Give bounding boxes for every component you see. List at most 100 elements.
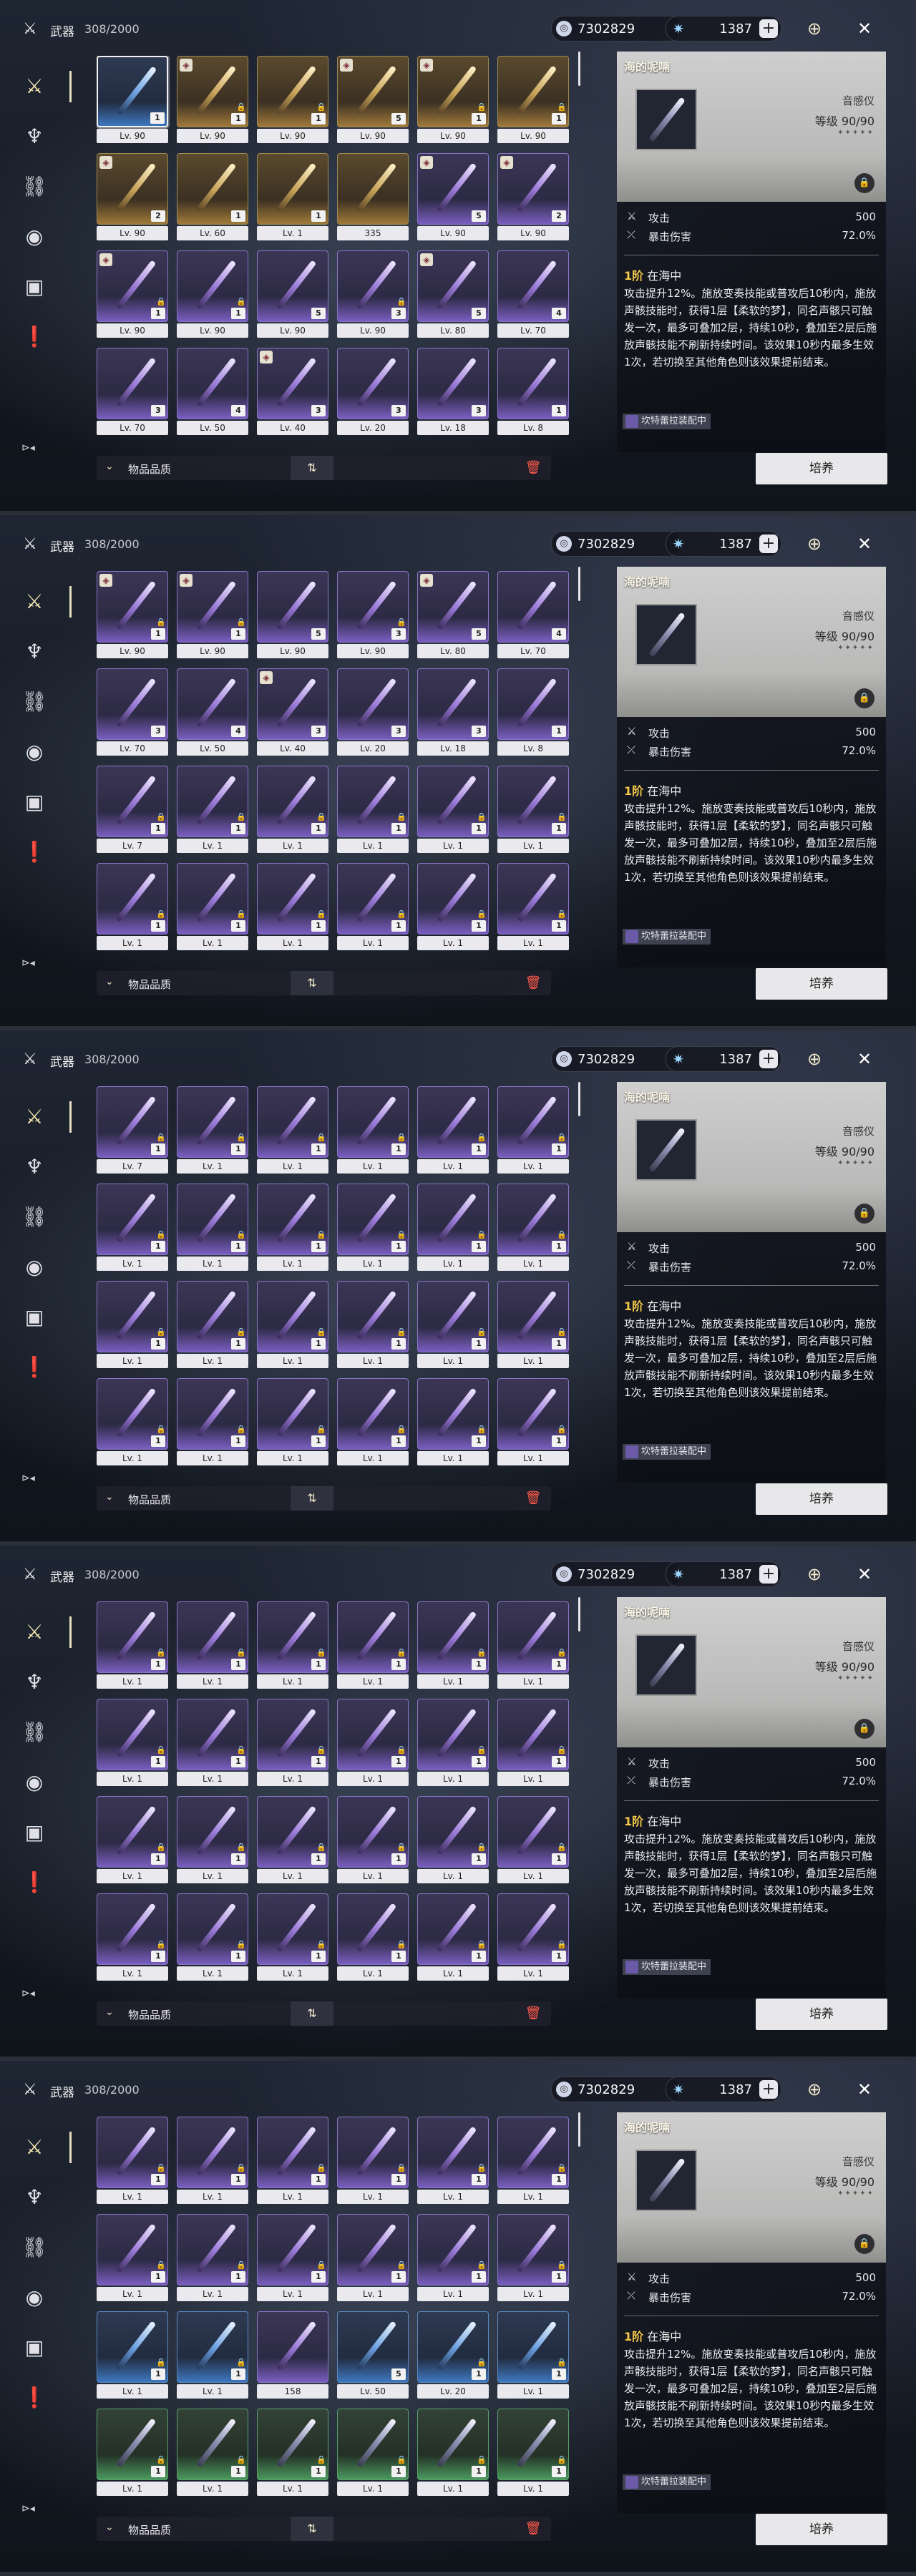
weapon-slot[interactable]: 🔒 3 Lv. 90 xyxy=(337,571,409,660)
weapon-slot[interactable]: ◈ 🔒 1 Lv. 90 xyxy=(177,56,248,145)
weapon-slot[interactable]: 🔒 1 Lv. 1 xyxy=(497,1378,569,1467)
sidebar-item-special[interactable]: ❗ xyxy=(16,2379,53,2416)
weapon-slot[interactable]: 3 Lv. 20 xyxy=(337,348,409,436)
weapon-slot[interactable]: 🔒 1 Lv. 1 xyxy=(417,1796,489,1885)
close-icon[interactable]: ✕ xyxy=(853,532,876,555)
sort-order-button[interactable]: ⇅ xyxy=(291,2517,333,2541)
weapon-slot[interactable]: 🔒 1 Lv. 1 xyxy=(177,1796,248,1885)
sort-order-button[interactable]: ⇅ xyxy=(291,2001,333,2026)
weapon-slot[interactable]: ◈ 3 Lv. 40 xyxy=(257,348,328,436)
grid-scrollbar[interactable] xyxy=(578,1597,580,1631)
sidebar-item-dev-item[interactable]: ⛓ xyxy=(16,168,53,205)
sidebar-collapse-icon[interactable]: ⊳◂ xyxy=(21,442,35,454)
trash-button[interactable]: 🗑 xyxy=(515,1486,551,1511)
trash-button[interactable]: 🗑 xyxy=(515,456,551,480)
weapon-slot[interactable]: 4 Lv. 50 xyxy=(177,348,248,436)
weapon-slot[interactable]: 🔒 1 Lv. 1 xyxy=(497,2117,569,2205)
add-astrite-button[interactable]: + xyxy=(759,19,778,38)
sidebar-item-weapon[interactable]: ⚔ xyxy=(16,2129,72,2166)
weapon-slot[interactable]: 🔒 1 Lv. 1 xyxy=(177,2117,248,2205)
weapon-slot[interactable]: 🔒 1 Lv. 1 xyxy=(417,1893,489,1982)
weapon-slot[interactable]: 🔒 1 Lv. 1 xyxy=(497,766,569,854)
weapon-slot[interactable]: 🔒 1 Lv. 1 xyxy=(257,766,328,854)
weapon-slot[interactable]: 🔒 1 Lv. 1 xyxy=(337,2409,409,2497)
weapon-slot[interactable]: 3 Lv. 20 xyxy=(337,668,409,757)
weapon-slot[interactable]: ◈ 5 Lv. 80 xyxy=(417,571,489,660)
weapon-slot[interactable]: 🔒 1 Lv. 1 xyxy=(337,1796,409,1885)
target-icon[interactable]: ⊕ xyxy=(803,17,826,40)
weapon-slot[interactable]: 🔒 1 Lv. 1 xyxy=(417,1281,489,1370)
weapon-slot[interactable]: 🔒 1 Lv. 1 xyxy=(337,766,409,854)
sidebar-item-weapon[interactable]: ⚔ xyxy=(16,68,72,105)
sidebar-item-echo[interactable]: ♆ xyxy=(16,1664,53,1701)
weapon-slot[interactable]: 🔒 1 Lv. 1 xyxy=(337,1893,409,1982)
sidebar-item-supply[interactable]: ▣ xyxy=(16,784,53,821)
sort-order-button[interactable]: ⇅ xyxy=(291,1486,333,1511)
weapon-slot[interactable]: 3 Lv. 70 xyxy=(97,668,168,757)
weapon-slot[interactable]: 1 Lv. 90 xyxy=(97,56,168,145)
weapon-slot[interactable]: 335 xyxy=(337,153,409,242)
weapon-slot[interactable]: ◈ 🔒 1 Lv. 90 xyxy=(417,56,489,145)
weapon-slot[interactable]: 🔒 3 Lv. 90 xyxy=(337,250,409,339)
sidebar-item-special[interactable]: ❗ xyxy=(16,834,53,871)
weapon-slot[interactable]: 🔒 1 Lv. 1 xyxy=(257,863,328,952)
weapon-slot[interactable]: 🔒 1 Lv. 1 xyxy=(257,1601,328,1690)
weapon-slot[interactable]: 🔒 1 Lv. 1 xyxy=(337,1378,409,1467)
sidebar-item-special[interactable]: ❗ xyxy=(16,1349,53,1386)
cultivate-button[interactable]: 培养 xyxy=(756,968,887,1000)
sidebar-item-resource[interactable]: ◉ xyxy=(16,1764,53,1801)
weapon-slot[interactable]: 🔒 1 Lv. 1 xyxy=(497,1086,569,1175)
weapon-slot[interactable]: 🔒 1 Lv. 1 xyxy=(97,1281,168,1370)
weapon-slot[interactable]: 3 Lv. 18 xyxy=(417,668,489,757)
cultivate-button[interactable]: 培养 xyxy=(756,1999,887,2030)
weapon-slot[interactable]: 🔒 1 Lv. 1 xyxy=(337,2214,409,2303)
weapon-slot[interactable]: 5 Lv. 90 xyxy=(257,571,328,660)
weapon-slot[interactable]: 🔒 1 Lv. 1 xyxy=(257,1893,328,1982)
target-icon[interactable]: ⊕ xyxy=(803,1048,826,1070)
add-astrite-button[interactable]: + xyxy=(759,1565,778,1584)
trash-button[interactable]: 🗑 xyxy=(515,2517,551,2541)
weapon-slot[interactable]: 4 Lv. 50 xyxy=(177,668,248,757)
weapon-slot[interactable]: 🔒 1 Lv. 1 xyxy=(497,2214,569,2303)
weapon-slot[interactable]: 🔒 1 Lv. 90 xyxy=(177,250,248,339)
weapon-slot[interactable]: 🔒 1 Lv. 7 xyxy=(97,766,168,854)
weapon-slot[interactable]: 🔒 1 Lv. 1 xyxy=(497,1893,569,1982)
weapon-slot[interactable]: 🔒 1 Lv. 1 xyxy=(337,1699,409,1787)
close-icon[interactable]: ✕ xyxy=(853,17,876,40)
weapon-slot[interactable]: 🔒 1 Lv. 1 xyxy=(417,1086,489,1175)
close-icon[interactable]: ✕ xyxy=(853,2078,876,2101)
trash-button[interactable]: 🗑 xyxy=(515,971,551,995)
weapon-slot[interactable]: 1 Lv. 60 xyxy=(177,153,248,242)
sidebar-item-resource[interactable]: ◉ xyxy=(16,1249,53,1286)
weapon-slot[interactable]: ◈ 2 Lv. 90 xyxy=(97,153,168,242)
lock-toggle-icon[interactable]: 🔒 xyxy=(854,2234,874,2254)
sidebar-item-special[interactable]: ❗ xyxy=(16,318,53,356)
weapon-slot[interactable]: 🔒 1 Lv. 1 xyxy=(257,1699,328,1787)
sidebar-item-echo[interactable]: ♆ xyxy=(16,2179,53,2216)
weapon-slot[interactable]: ◈ 🔒 1 Lv. 90 xyxy=(177,571,248,660)
weapon-slot[interactable]: 🔒 1 Lv. 1 xyxy=(497,1601,569,1690)
weapon-slot[interactable]: 🔒 1 Lv. 1 xyxy=(177,2409,248,2497)
sidebar-item-resource[interactable]: ◉ xyxy=(16,733,53,771)
quality-filter-bar[interactable]: ⌄ 物品品质 ⇅ xyxy=(97,1486,526,1511)
weapon-slot[interactable]: 🔒 1 Lv. 1 xyxy=(257,2214,328,2303)
sidebar-item-echo[interactable]: ♆ xyxy=(16,1148,53,1186)
weapon-slot[interactable]: ◈ 🔒 1 Lv. 90 xyxy=(97,250,168,339)
sidebar-item-weapon[interactable]: ⚔ xyxy=(16,583,72,620)
sidebar-item-dev-item[interactable]: ⛓ xyxy=(16,2229,53,2266)
lock-toggle-icon[interactable]: 🔒 xyxy=(854,1204,874,1224)
weapon-slot[interactable]: 🔒 1 Lv. 1 xyxy=(177,1184,248,1272)
weapon-slot[interactable]: 🔒 1 Lv. 1 xyxy=(257,1086,328,1175)
sidebar-item-echo[interactable]: ♆ xyxy=(16,118,53,155)
sidebar-item-special[interactable]: ❗ xyxy=(16,1864,53,1901)
weapon-slot[interactable]: 4 Lv. 70 xyxy=(497,250,569,339)
weapon-slot[interactable]: 🔒 1 Lv. 1 xyxy=(97,2214,168,2303)
weapon-slot[interactable]: 🔒 1 Lv. 1 xyxy=(177,2214,248,2303)
weapon-slot[interactable]: ◈ 5 Lv. 90 xyxy=(417,153,489,242)
weapon-slot[interactable]: ◈ 3 Lv. 40 xyxy=(257,668,328,757)
grid-scrollbar[interactable] xyxy=(578,567,580,601)
weapon-slot[interactable]: 🔒 1 Lv. 1 xyxy=(417,1378,489,1467)
weapon-slot[interactable]: 🔒 1 Lv. 1 xyxy=(257,1184,328,1272)
sidebar-item-supply[interactable]: ▣ xyxy=(16,2329,53,2366)
weapon-slot[interactable]: 🔒 1 Lv. 1 xyxy=(177,1378,248,1467)
